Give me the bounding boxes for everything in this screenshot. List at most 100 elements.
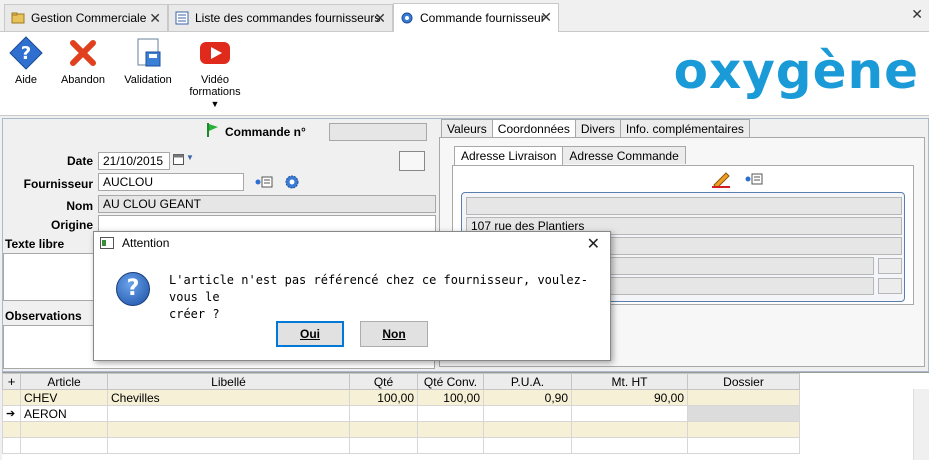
chevron-down-icon[interactable]: ▼ [211,99,220,109]
non-button[interactable]: Non [360,321,428,347]
question-icon: ? [116,272,150,306]
folder-icon [11,11,25,25]
address-button-1[interactable] [878,258,902,274]
toolbar: ? Aide Abandon Validation Vidéo formatio… [0,32,929,116]
tab-label: Liste des commandes fournisseurs [195,11,381,25]
column-header[interactable]: Libellé [107,373,350,390]
cell-dossier[interactable] [687,405,800,422]
right-tabs: Valeurs Coordonnées Divers Info. complém… [441,119,750,139]
window-close-icon[interactable]: ✕ [911,6,923,23]
tab-liste-commandes[interactable]: Liste des commandes fournisseurs ✕ [168,4,393,31]
cell-pua[interactable]: 0,90 [483,389,572,406]
tab-commande-fournisseur[interactable]: Commande fournisseur ✕ [393,3,559,32]
flag-icon [207,123,218,137]
oui-button[interactable]: Oui [276,321,344,347]
address-tabs: Adresse Livraison Adresse Commande [454,146,686,166]
tab-strip: Gestion Commerciale ✕ Liste des commande… [0,0,929,32]
tab-adresse-commande[interactable]: Adresse Commande [562,146,686,164]
dialog-message-line1: L'article n'est pas référencé chez ce fo… [169,273,589,304]
column-header[interactable]: Qté [349,373,418,390]
column-header[interactable]: P.U.A. [483,373,572,390]
column-header[interactable]: Mt. HT [571,373,688,390]
cell-qte[interactable]: 100,00 [349,389,418,406]
close-icon[interactable]: ✕ [587,234,600,254]
cross-icon [70,40,96,66]
settings-gear-icon[interactable] [284,174,300,193]
tab-gestion-commerciale[interactable]: Gestion Commerciale ✕ [4,4,168,31]
window-icon [100,237,114,249]
tab-adresse-livraison[interactable]: Adresse Livraison [454,146,564,166]
tab-divers[interactable]: Divers [574,119,621,137]
dialog-message-line2: créer ? [169,307,220,321]
chevron-down-icon[interactable]: ▼ [186,153,194,162]
fournisseur-label: Fournisseur [23,177,93,191]
address-line-1[interactable] [466,197,902,215]
table-row[interactable] [2,437,800,454]
date-label: Date [66,154,93,168]
cell-article[interactable]: CHEV [20,389,108,406]
dialog-body: ? L'article n'est pas référencé chez ce … [94,254,610,360]
close-icon[interactable]: ✕ [149,10,161,27]
cell-pua[interactable] [483,405,572,422]
fournisseur-field[interactable]: AUCLOU [98,173,244,191]
dialog-titlebar: Attention ✕ [94,232,610,254]
column-header[interactable]: Dossier [687,373,800,390]
cell-qte-conv[interactable]: 100,00 [417,389,484,406]
cell-libelle[interactable]: Chevilles [107,389,350,406]
tab-coordonnees[interactable]: Coordonnées [491,119,576,139]
row-indicator [2,389,21,406]
oxygene-logo: oxygène [673,42,919,100]
validation-label: Validation [124,74,172,86]
order-lines-grid: + Article Libellé Qté Qté Conv. P.U.A. M… [2,372,929,460]
play-icon [200,42,230,64]
validation-button[interactable]: Validation [113,36,183,86]
commande-label: Commande n° [225,125,306,139]
help-icon: ? [9,36,43,70]
video-formations-button[interactable]: Vidéo formations ▼ [180,36,250,110]
svg-text:?: ? [21,43,31,64]
column-header[interactable]: Article [20,373,108,390]
select-list-icon[interactable] [255,175,273,192]
vertical-scrollbar[interactable] [913,389,929,460]
table-row[interactable]: CHEV Chevilles 100,00 100,00 0,90 90,00 [2,389,800,406]
commande-number-field[interactable] [329,123,427,141]
tab-label: Commande fournisseur [420,11,545,25]
cell-dossier[interactable] [687,389,800,406]
tab-label: Gestion Commerciale [31,11,147,25]
cell-article[interactable]: AERON [20,405,108,422]
list-icon [175,11,189,25]
texte-libre-label: Texte libre [5,237,65,251]
cell-qte[interactable] [349,405,418,422]
address-button-2[interactable] [878,278,902,294]
cell-libelle[interactable] [107,405,350,422]
dialog-message: L'article n'est pas référencé chez ce fo… [169,272,589,323]
cell-mtht[interactable] [571,405,688,422]
cell-mtht[interactable]: 90,00 [571,389,688,406]
pencil-icon[interactable] [711,170,731,191]
abandon-label: Abandon [60,74,106,86]
nom-label: Nom [66,199,93,213]
calendar-icon[interactable] [173,153,184,168]
current-row-arrow-icon: ➔ [2,405,21,422]
video-label-line2: formations [189,86,241,98]
dialog-title: Attention [122,236,170,250]
origine-label: Origine [50,218,93,232]
attention-dialog: Attention ✕ ? L'article n'est pas référe… [93,231,611,361]
nom-field[interactable]: AU CLOU GEANT [98,195,436,213]
select-list-icon[interactable] [745,172,763,189]
table-row[interactable]: ➔ AERON [2,405,800,422]
add-row-icon[interactable]: + [2,373,21,390]
table-row[interactable] [2,421,800,438]
status-box[interactable] [399,151,425,171]
observations-label: Observations [5,309,82,323]
tab-valeurs[interactable]: Valeurs [441,119,493,137]
date-field[interactable]: 21/10/2015 [98,152,170,170]
gear-icon [400,11,414,25]
close-icon[interactable]: ✕ [540,9,552,26]
column-header[interactable]: Qté Conv. [417,373,484,390]
video-label-line1: Vidéo [201,74,229,86]
tab-info-complementaires[interactable]: Info. complémentaires [619,119,750,137]
cell-qte-conv[interactable] [417,405,484,422]
close-icon[interactable]: ✕ [374,10,386,27]
abandon-button[interactable]: Abandon [48,36,118,86]
